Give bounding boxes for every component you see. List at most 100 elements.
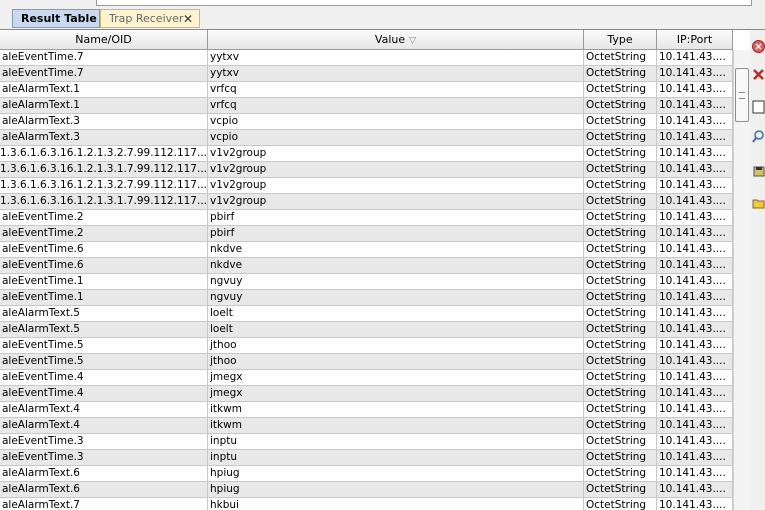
table-row[interactable]: aleEventTime.5 jthoo OctetString 10.141.43.… (0, 354, 733, 370)
table-row[interactable]: aleAlarmText.3 vcpio OctetString 10.141.43.… (0, 130, 733, 146)
cell-type: OctetString (584, 482, 657, 497)
cell-value: pbirf (208, 210, 584, 225)
table-row[interactable]: aleEventTime.4 jmegx OctetString 10.141.43.… (0, 370, 733, 386)
table-row[interactable]: aleEventTime.5 jthoo OctetString 10.141.43.… (0, 338, 733, 354)
cell-value-text: v1v2group (210, 195, 267, 207)
table-row[interactable]: aleAlarmText.5 loelt OctetString 10.141.43.… (0, 322, 733, 338)
table-row[interactable]: aleEventTime.2 pbirf OctetString 10.141.43.… (0, 226, 733, 242)
cell-type-text: OctetString (586, 275, 647, 287)
cell-value: v1v2group (208, 194, 584, 209)
table-row[interactable]: aleAlarmText.6 hpiug OctetString 10.141.43.… (0, 482, 733, 498)
table-row[interactable]: aleEventTime.7 yytxv OctetString 10.141.43.… (0, 50, 733, 66)
table-row[interactable]: aleEventTime.3 inptu OctetString 10.141.43.… (0, 450, 733, 466)
cell-value: nkdve (208, 258, 584, 273)
cell-type-text: OctetString (586, 179, 647, 191)
column-header-value[interactable]: Value ▽ (208, 30, 584, 49)
cell-ip-port: 10.141.43.... (657, 242, 733, 257)
cell-type: OctetString (584, 370, 657, 385)
cell-type: OctetString (584, 434, 657, 449)
cell-ip-port-text: 10.141.43.... (659, 99, 726, 111)
table-row[interactable]: aleEventTime.2 pbirf OctetString 10.141.43.… (0, 210, 733, 226)
column-header-type[interactable]: Type (584, 30, 657, 49)
table-row[interactable]: aleEventTime.1 ngvuy OctetString 10.141.43.… (0, 274, 733, 290)
tab-strip: Result Table Trap Receiver ✕ (0, 8, 765, 30)
cell-value: itkwm (208, 418, 584, 433)
cell-ip-port-text: 10.141.43.... (659, 403, 726, 415)
cell-type: OctetString (584, 498, 657, 510)
save-icon[interactable] (752, 164, 765, 178)
cell-ip-port: 10.141.43.... (657, 162, 733, 177)
cell-type: OctetString (584, 322, 657, 337)
cell-ip-port-text: 10.141.43.... (659, 323, 726, 335)
table-row[interactable]: .1.3.6.1.6.3.16.1.2.1.3.1.7.99.112.117..… (0, 162, 733, 178)
cell-value: v1v2group (208, 178, 584, 193)
tab-result-table[interactable]: Result Table (12, 9, 100, 28)
window-icon[interactable] (752, 100, 765, 114)
cell-name-oid-text: aleEventTime.2 (2, 227, 84, 239)
cell-name-oid-text: aleAlarmText.6 (2, 467, 80, 479)
cell-value: v1v2group (208, 146, 584, 161)
table-row[interactable]: .1.3.6.1.6.3.16.1.2.1.3.2.7.99.112.117..… (0, 146, 733, 162)
table-row[interactable]: aleAlarmText.1 vrfcq OctetString 10.141.43.… (0, 82, 733, 98)
cell-name-oid: aleEventTime.4 (0, 386, 208, 401)
cell-name-oid: .1.3.6.1.6.3.16.1.2.1.3.2.7.99.112.117..… (0, 146, 208, 161)
delete-icon[interactable] (752, 68, 765, 82)
table-row[interactable]: aleEventTime.3 inptu OctetString 10.141.43.… (0, 434, 733, 450)
table-row[interactable]: aleAlarmText.5 loelt OctetString 10.141.43.… (0, 306, 733, 322)
cell-ip-port: 10.141.43.... (657, 66, 733, 81)
cell-ip-port-text: 10.141.43.... (659, 339, 726, 351)
cell-type-text: OctetString (586, 211, 647, 223)
cell-type: OctetString (584, 386, 657, 401)
table-row[interactable]: aleEventTime.7 yytxv OctetString 10.141.43.… (0, 66, 733, 82)
cell-type: OctetString (584, 354, 657, 369)
table-row[interactable]: aleAlarmText.3 vcpio OctetString 10.141.43.… (0, 114, 733, 130)
open-folder-icon[interactable] (752, 196, 765, 210)
cell-value-text: ngvuy (210, 275, 243, 287)
cell-ip-port-text: 10.141.43.... (659, 291, 726, 303)
table-body: aleEventTime.7 yytxv OctetString 10.141.43.… (0, 50, 733, 510)
cell-name-oid-text: aleAlarmText.4 (2, 419, 80, 431)
cell-name-oid-text: aleEventTime.5 (2, 339, 84, 351)
column-header-ip-port[interactable]: IP:Port (657, 30, 733, 49)
table-row[interactable]: .1.3.6.1.6.3.16.1.2.1.3.1.7.99.112.117..… (0, 194, 733, 210)
cell-name-oid-text: aleEventTime.4 (2, 371, 84, 383)
top-field[interactable] (96, 0, 752, 6)
table-row[interactable]: aleAlarmText.7 hkbui OctetString 10.141.43.… (0, 498, 733, 510)
cell-ip-port: 10.141.43.... (657, 114, 733, 129)
table-row[interactable]: aleAlarmText.4 itkwm OctetString 10.141.43.… (0, 402, 733, 418)
cell-name-oid: aleAlarmText.1 (0, 98, 208, 113)
table-row[interactable]: aleEventTime.4 jmegx OctetString 10.141.43.… (0, 386, 733, 402)
table-row[interactable]: aleAlarmText.4 itkwm OctetString 10.141.43.… (0, 418, 733, 434)
search-icon[interactable] (752, 130, 765, 144)
cell-value: jmegx (208, 386, 584, 401)
cell-value-text: v1v2group (210, 163, 267, 175)
table-row[interactable]: aleEventTime.6 nkdve OctetString 10.141.43.… (0, 258, 733, 274)
cell-ip-port: 10.141.43.... (657, 354, 733, 369)
cell-value: vcpio (208, 114, 584, 129)
cell-value-text: yytxv (210, 51, 239, 63)
table-row[interactable]: .1.3.6.1.6.3.16.1.2.1.3.2.7.99.112.117..… (0, 178, 733, 194)
cell-name-oid: aleEventTime.6 (0, 242, 208, 257)
table-row[interactable]: aleAlarmText.6 hpiug OctetString 10.141.43.… (0, 466, 733, 482)
cell-value-text: nkdve (210, 243, 243, 255)
table-row[interactable]: aleEventTime.1 ngvuy OctetString 10.141.43.… (0, 290, 733, 306)
table-row[interactable]: aleEventTime.6 nkdve OctetString 10.141.43.… (0, 242, 733, 258)
cell-name-oid-text: aleEventTime.7 (2, 67, 84, 79)
cell-value-text: ngvuy (210, 291, 243, 303)
cell-name-oid: aleEventTime.3 (0, 450, 208, 465)
cell-ip-port-text: 10.141.43.... (659, 179, 726, 191)
tab-trap-receiver[interactable]: Trap Receiver ✕ (100, 9, 200, 28)
vertical-scrollbar[interactable] (733, 50, 750, 510)
table-row[interactable]: aleAlarmText.1 vrfcq OctetString 10.141.43.… (0, 98, 733, 114)
cell-name-oid: .1.3.6.1.6.3.16.1.2.1.3.1.7.99.112.117..… (0, 162, 208, 177)
cell-value: jmegx (208, 370, 584, 385)
scrollbar-thumb[interactable] (735, 68, 749, 122)
close-icon[interactable]: ✕ (183, 10, 193, 28)
cell-ip-port-text: 10.141.43.... (659, 355, 726, 367)
cell-name-oid-text: aleEventTime.7 (2, 51, 84, 63)
column-header-name-oid[interactable]: Name/OID (0, 30, 208, 49)
cell-ip-port: 10.141.43.... (657, 274, 733, 289)
cell-value-text: pbirf (210, 227, 235, 239)
stop-icon[interactable] (752, 40, 765, 54)
cell-value: loelt (208, 306, 584, 321)
